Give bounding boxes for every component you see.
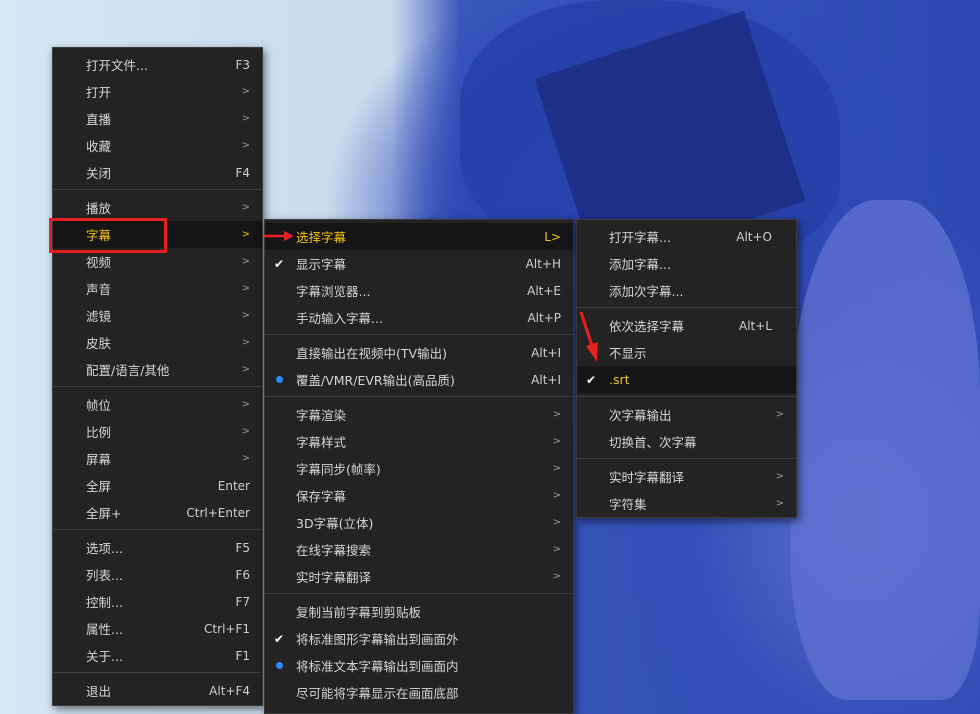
annotation-arrows [264,231,598,362]
arrow-right-annotation [264,231,294,241]
arrow-down-annotation [579,311,598,362]
